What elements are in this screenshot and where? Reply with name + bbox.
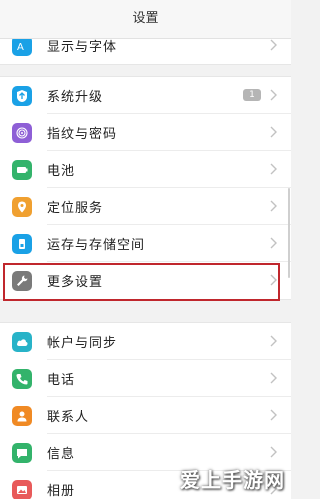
settings-list[interactable]: A 显示与字体 系统升级 1 指纹与密码 电池 定位服务 运存与存储空间 更多设… <box>0 38 291 499</box>
cloud-sync-icon <box>12 332 32 352</box>
album-icon <box>12 480 32 499</box>
chevron-right-icon <box>270 200 277 212</box>
settings-item-label: 联系人 <box>47 410 90 425</box>
chevron-right-icon <box>270 237 277 249</box>
settings-item-accounts-sync[interactable]: 帐户与同步 <box>0 323 291 360</box>
page-header: 设置 <box>0 0 291 39</box>
settings-item-location[interactable]: 定位服务 <box>0 188 291 225</box>
settings-item-fingerprint[interactable]: 指纹与密码 <box>0 114 291 151</box>
settings-item-label: 帐户与同步 <box>47 336 118 351</box>
settings-item-phone[interactable]: 电话 <box>0 360 291 397</box>
settings-item-label: 指纹与密码 <box>47 127 118 142</box>
group-top: A 显示与字体 <box>0 38 291 65</box>
settings-item-system-upgrade[interactable]: 系统升级 1 <box>0 77 291 114</box>
chevron-right-icon <box>270 126 277 138</box>
storage-icon <box>12 234 32 254</box>
chevron-right-icon <box>270 163 277 175</box>
scrollbar[interactable] <box>288 188 290 278</box>
message-icon <box>12 443 32 463</box>
page-title: 设置 <box>132 11 159 26</box>
settings-item-battery[interactable]: 电池 <box>0 151 291 188</box>
contacts-icon <box>12 406 32 426</box>
settings-item-contacts[interactable]: 联系人 <box>0 397 291 434</box>
chevron-right-icon <box>270 446 277 458</box>
settings-item-label: 显示与字体 <box>47 40 118 55</box>
chevron-right-icon <box>270 89 277 101</box>
chevron-right-icon <box>270 372 277 384</box>
chevron-right-icon <box>270 335 277 347</box>
wrench-icon <box>12 271 32 291</box>
font-icon: A <box>12 38 32 56</box>
settings-item-more-settings[interactable]: 更多设置 <box>0 262 291 299</box>
chevron-right-icon <box>270 39 277 51</box>
settings-item-label: 系统升级 <box>47 90 104 105</box>
chevron-right-icon <box>270 409 277 421</box>
settings-item-display[interactable]: A 显示与字体 <box>0 38 291 64</box>
settings-item-label: 定位服务 <box>47 201 104 216</box>
settings-item-storage[interactable]: 运存与存储空间 <box>0 225 291 262</box>
settings-item-label: 运存与存储空间 <box>47 238 146 253</box>
settings-group-system: 系统升级 1 指纹与密码 电池 定位服务 运存与存储空间 更多设置 <box>0 76 291 300</box>
settings-item-label: 更多设置 <box>47 275 104 290</box>
svg-text:A: A <box>17 42 24 53</box>
update-count-badge: 1 <box>243 89 261 101</box>
system-upgrade-icon <box>12 86 32 106</box>
chevron-right-icon <box>270 274 277 286</box>
settings-item-label: 电池 <box>47 164 76 179</box>
fingerprint-icon <box>12 123 32 143</box>
settings-item-label: 相册 <box>47 484 76 499</box>
phone-icon <box>12 369 32 389</box>
watermark: 爱上手游网 <box>180 468 285 492</box>
location-icon <box>12 197 32 217</box>
battery-icon <box>12 160 32 180</box>
settings-item-label: 电话 <box>47 373 76 388</box>
settings-item-label: 信息 <box>47 447 76 462</box>
